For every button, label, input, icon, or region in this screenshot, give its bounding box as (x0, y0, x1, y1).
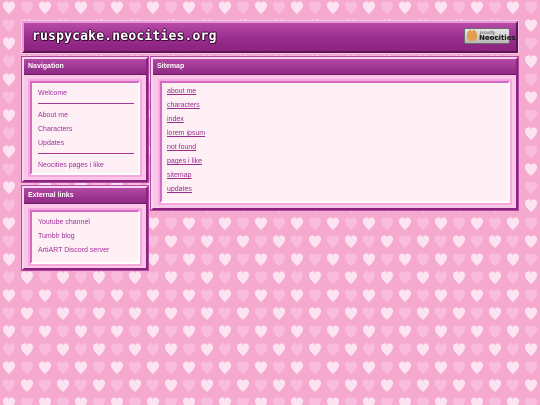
nav-separator (38, 153, 134, 154)
navigation-inner: Welcome About me Characters Updates Neoc… (30, 81, 140, 175)
neocities-badge[interactable]: proudly hosted by Neocities (464, 28, 516, 44)
navigation-panel: Navigation Welcome About me Characters U… (21, 56, 149, 183)
navigation-title: Navigation (24, 59, 146, 75)
nav-link-about-me[interactable]: About me (38, 112, 68, 119)
nav-link-welcome[interactable]: Welcome (38, 90, 67, 97)
external-links-inner: Youtube channel Tumblr blog ArtiART Disc… (30, 210, 140, 264)
sitemap-panel: Sitemap about me characters index lorem … (150, 56, 519, 211)
sitemap-title: Sitemap (153, 59, 516, 75)
nav-link-neocities-pages[interactable]: Neocities pages i like (38, 162, 104, 169)
nav-link-updates[interactable]: Updates (38, 140, 64, 147)
nav-link-characters[interactable]: Characters (38, 126, 72, 133)
neocities-cat-icon (467, 29, 477, 41)
nav-separator (38, 103, 134, 104)
external-links-panel: External links Youtube channel Tumblr bl… (21, 185, 149, 271)
sitemap-link-characters[interactable]: characters (167, 102, 200, 109)
external-link-tumblr[interactable]: Tumblr blog (38, 233, 75, 240)
sitemap-link-not-found[interactable]: not found (167, 144, 196, 151)
external-links-title: External links (24, 188, 146, 204)
badge-big-text: Neocities (479, 34, 516, 42)
sitemap-link-about-me[interactable]: about me (167, 88, 196, 95)
sitemap-link-lorem-ipsum[interactable]: lorem ipsum (167, 130, 205, 137)
sitemap-link-sitemap[interactable]: sitemap (167, 172, 192, 179)
sitemap-link-index[interactable]: index (167, 116, 184, 123)
site-header: ruspycake.neocities.org proudly hosted b… (21, 20, 519, 54)
sitemap-link-updates[interactable]: updates (167, 186, 192, 193)
site-title[interactable]: ruspycake.neocities.org (32, 29, 217, 44)
external-link-discord[interactable]: ArtiART Discord server (38, 247, 109, 254)
external-link-youtube[interactable]: Youtube channel (38, 219, 90, 226)
sitemap-link-pages-i-like[interactable]: pages i like (167, 158, 202, 165)
sitemap-inner: about me characters index lorem ipsum no… (160, 81, 510, 203)
